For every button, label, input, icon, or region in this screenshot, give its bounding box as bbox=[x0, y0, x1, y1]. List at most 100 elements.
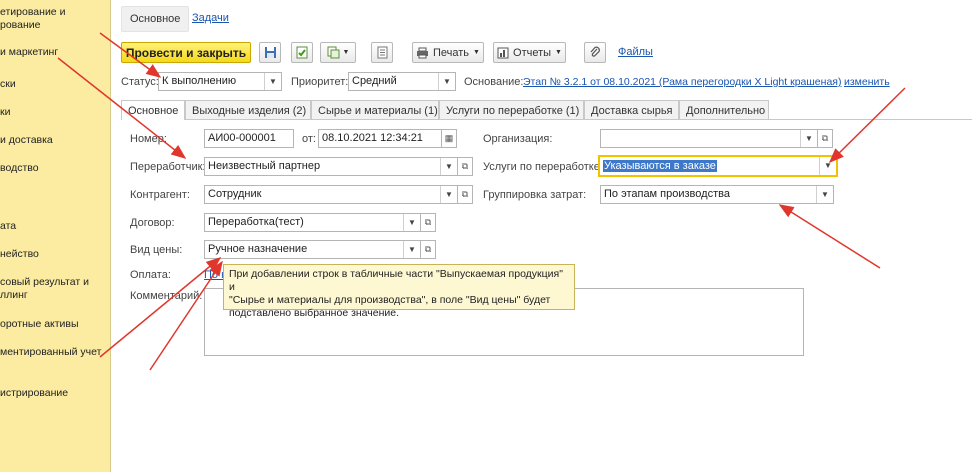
chevron-down-icon[interactable]: ▼ bbox=[438, 73, 455, 90]
tab-main[interactable]: Основное bbox=[121, 6, 190, 32]
payment-label: Оплата: bbox=[130, 269, 171, 281]
form-tab-processing-services[interactable]: Услуги по переработке (1) bbox=[439, 100, 584, 120]
sidebar-item-noncurrent-assets[interactable]: оротные активы bbox=[0, 318, 79, 330]
sidebar-item-financial-result[interactable]: совый результат и bbox=[0, 276, 89, 288]
form-tab-additional[interactable]: Дополнительно bbox=[679, 100, 769, 120]
services-select[interactable]: Указываются в заказе ▼ bbox=[598, 155, 838, 177]
floppy-icon bbox=[264, 47, 276, 58]
tooltip-line-1: При добавлении строк в табличные части "… bbox=[229, 268, 563, 293]
post-and-close-button[interactable]: Провести и закрыть bbox=[121, 42, 251, 63]
sidebar-item-production[interactable]: водство bbox=[0, 162, 39, 174]
reports-label: Отчеты bbox=[513, 46, 552, 59]
status-select[interactable]: К выполнению ▼ bbox=[158, 72, 282, 91]
number-label: Номер: bbox=[130, 133, 167, 145]
sidebar: етирование и рование и маркетинг ски ки … bbox=[0, 0, 111, 472]
change-basis-link[interactable]: изменить bbox=[844, 76, 890, 88]
open-processor-icon[interactable]: ⧉ bbox=[457, 157, 473, 176]
basis-label: Основание: bbox=[464, 76, 524, 88]
contract-label: Договор: bbox=[130, 217, 175, 229]
sidebar-item-delivery[interactable]: и доставка bbox=[0, 134, 53, 146]
form-tab-raw-materials[interactable]: Сырье и материалы (1) bbox=[311, 100, 439, 120]
print-button[interactable]: Печать ▼ bbox=[412, 42, 484, 63]
sidebar-item-regulated-accounting[interactable]: ментированный учет bbox=[0, 346, 101, 358]
arrow-to-cost-group bbox=[778, 204, 881, 269]
chevron-down-icon[interactable]: ▼ bbox=[403, 241, 420, 258]
processor-value: Неизвестный партнер bbox=[208, 160, 321, 172]
sidebar-item-purchases[interactable]: ски bbox=[0, 78, 16, 90]
sidebar-item-administration[interactable]: истрирование bbox=[0, 387, 68, 399]
priority-select[interactable]: Средний ▼ bbox=[348, 72, 456, 91]
status-value: К выполнению bbox=[162, 75, 237, 87]
chevron-down-icon: ▼ bbox=[555, 49, 562, 56]
chevron-down-icon[interactable]: ▼ bbox=[264, 73, 281, 90]
date-input[interactable]: 08.10.2021 12:34:21 bbox=[318, 129, 442, 148]
sidebar-item-warehouse[interactable]: ки bbox=[0, 106, 10, 118]
services-label: Услуги по переработке: bbox=[483, 161, 603, 173]
tooltip-line-2: "Сырье и материалы для производства", в … bbox=[229, 294, 551, 306]
create-based-on-button[interactable]: ▼ bbox=[320, 42, 356, 63]
post-button[interactable] bbox=[291, 42, 313, 63]
reports-button[interactable]: Отчеты ▼ bbox=[493, 42, 566, 63]
price-type-tooltip: При добавлении строк в табличные части "… bbox=[223, 264, 575, 319]
chevron-down-icon[interactable]: ▼ bbox=[800, 130, 817, 147]
print-label: Печать bbox=[433, 46, 470, 59]
files-link[interactable]: Файлы bbox=[618, 46, 653, 58]
sidebar-item-treasury[interactable]: нейство bbox=[0, 248, 39, 260]
basis-link[interactable]: Этап № 3.2.1 от 08.10.2021 (Рама перегор… bbox=[523, 76, 841, 88]
chevron-down-icon[interactable]: ▼ bbox=[440, 186, 457, 203]
contract-select[interactable]: Переработка(тест) ▼ bbox=[204, 213, 421, 232]
processor-select[interactable]: Неизвестный партнер ▼ bbox=[204, 157, 458, 176]
attach-file-button[interactable] bbox=[584, 42, 606, 63]
priority-value: Средний bbox=[352, 75, 397, 87]
cost-group-select[interactable]: По этапам производства ▼ bbox=[600, 185, 834, 204]
create-based-icon bbox=[327, 46, 340, 59]
contract-value: Переработка(тест) bbox=[208, 216, 304, 228]
price-type-label: Вид цены: bbox=[130, 244, 183, 256]
sidebar-item-questioning[interactable]: етирование и bbox=[0, 6, 65, 18]
save-button[interactable] bbox=[259, 42, 281, 63]
price-type-select[interactable]: Ручное назначение ▼ bbox=[204, 240, 421, 259]
chevron-down-icon: ▼ bbox=[473, 49, 480, 56]
reports-icon bbox=[497, 47, 509, 58]
open-price-type-icon[interactable]: ⧉ bbox=[420, 240, 436, 259]
cost-group-value: По этапам производства bbox=[604, 188, 730, 200]
paperclip-icon bbox=[590, 46, 600, 57]
document-list-icon bbox=[377, 46, 387, 59]
price-type-value: Ручное назначение bbox=[208, 243, 308, 255]
printer-icon bbox=[417, 47, 428, 58]
post-document-icon bbox=[296, 46, 307, 59]
document-journal-button[interactable] bbox=[371, 42, 393, 63]
form-tab-raw-delivery[interactable]: Доставка сырья bbox=[584, 100, 679, 120]
services-value: Указываются в заказе bbox=[603, 160, 717, 172]
chevron-down-icon[interactable]: ▼ bbox=[819, 157, 836, 175]
date-from-label: от: bbox=[302, 133, 316, 145]
annotation-arrows bbox=[57, 32, 906, 371]
processor-label: Переработчик: bbox=[130, 161, 206, 173]
chevron-down-icon[interactable]: ▼ bbox=[403, 214, 420, 231]
status-label: Статус: bbox=[121, 76, 159, 88]
comment-label: Комментарий: bbox=[130, 290, 203, 302]
sidebar-item-questioning-cont[interactable]: рование bbox=[0, 19, 40, 31]
open-contract-icon[interactable]: ⧉ bbox=[420, 213, 436, 232]
form-tab-output-products[interactable]: Выходные изделия (2) bbox=[185, 100, 311, 120]
tab-tasks[interactable]: Задачи bbox=[184, 6, 237, 30]
calendar-icon[interactable]: ▦ bbox=[441, 129, 457, 148]
counterparty-label: Контрагент: bbox=[130, 189, 190, 201]
open-counterparty-icon[interactable]: ⧉ bbox=[457, 185, 473, 204]
open-organization-icon[interactable]: ⧉ bbox=[817, 129, 833, 148]
sidebar-item-marketing[interactable]: и маркетинг bbox=[0, 46, 58, 58]
chevron-down-icon[interactable]: ▼ bbox=[440, 158, 457, 175]
chevron-down-icon: ▼ bbox=[342, 49, 350, 56]
active-tab-gap bbox=[122, 119, 184, 120]
form-tab-main[interactable]: Основное bbox=[121, 100, 185, 120]
chevron-down-icon[interactable]: ▼ bbox=[816, 186, 833, 203]
number-input[interactable]: АИ00-000001 bbox=[204, 129, 294, 148]
sidebar-item-salary[interactable]: ата bbox=[0, 220, 16, 232]
counterparty-select[interactable]: Сотрудник ▼ bbox=[204, 185, 458, 204]
organization-select[interactable]: ▼ bbox=[600, 129, 818, 148]
arrow-to-services bbox=[828, 87, 906, 164]
priority-label: Приоритет: bbox=[291, 76, 349, 88]
sidebar-item-financial-result-cont[interactable]: ллинг bbox=[0, 289, 28, 301]
counterparty-value: Сотрудник bbox=[208, 188, 262, 200]
tab-divider bbox=[121, 119, 972, 120]
